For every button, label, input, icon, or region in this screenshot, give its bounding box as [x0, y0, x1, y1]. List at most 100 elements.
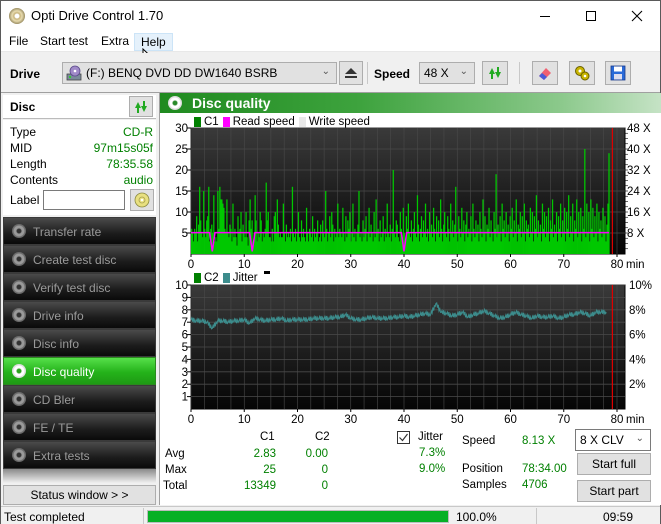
eject-button[interactable] [339, 61, 363, 85]
stats-label-max: Max [165, 464, 187, 476]
nav-create-test-disc[interactable]: Create test disc [3, 245, 156, 273]
x-tick-label: 40 [398, 259, 411, 271]
x-tick-label: 70 [557, 259, 570, 271]
drive-select[interactable]: (F:) BENQ DVD DD DW1640 BSRB ⌄ [62, 62, 337, 84]
y-tick-label: 4 [182, 354, 189, 366]
test-speed-select[interactable]: 8 X CLV ⌄ [575, 429, 651, 451]
x-tick-label: 50 [451, 259, 464, 271]
settings-button[interactable] [569, 61, 595, 85]
y-tick-label: 5 [182, 342, 188, 354]
cd-icon [134, 192, 150, 208]
maximize-button[interactable] [568, 1, 614, 31]
label-field-label: Label [10, 193, 40, 207]
y-tick-label: 15 [175, 186, 188, 198]
nav-disc-quality[interactable]: Disc quality [3, 357, 156, 385]
window-title: Opti Drive Control 1.70 [31, 8, 164, 23]
x-tick-label: 0 [188, 259, 194, 271]
nav-label: Create test disc [33, 253, 117, 267]
y-tick-label: 10 [175, 280, 188, 292]
speed-select[interactable]: 48 X ⌄ [419, 62, 475, 84]
y-tick-label: 6 [182, 330, 188, 342]
jitter-checkbox[interactable] [397, 431, 410, 444]
progress-fill [148, 511, 448, 522]
x-tick-label: 40 [398, 414, 411, 425]
speed-select-value: 48 X [424, 66, 449, 80]
y-tick-label: 10 [175, 207, 188, 219]
title-bar: Opti Drive Control 1.70 [1, 1, 660, 31]
speed-stat-label: Speed [462, 435, 496, 447]
refresh-icon [135, 100, 147, 113]
toolbar-separator [519, 62, 520, 84]
x-axis-unit-label: min [626, 259, 645, 271]
settings-icon [575, 66, 590, 81]
field-key: Contents [10, 173, 59, 187]
nav-disc-info[interactable]: Disc info [3, 329, 156, 357]
status-window-button[interactable]: Status window > > [3, 485, 156, 505]
disc-label-input[interactable] [43, 190, 125, 210]
nav-label: Disc info [33, 337, 80, 351]
menu-bar: File Start test Extra Help [1, 31, 660, 52]
close-icon [631, 10, 643, 22]
nav-label: Drive info [33, 309, 84, 323]
nav-cd-bler[interactable]: CD Bler [3, 385, 156, 413]
panel-header: Disc quality [160, 93, 661, 113]
menu-start-test[interactable]: Start test [34, 33, 94, 51]
y-tick-label: 30 [175, 123, 188, 135]
y-tick-label: 7 [182, 317, 188, 329]
disc-header-title: Disc [10, 100, 36, 114]
stats-max-c2: 0 [321, 464, 328, 476]
nav-verify-test-disc[interactable]: Verify test disc [3, 273, 156, 301]
y-right-tick-label: 32 X [627, 165, 651, 177]
field-key: Type [10, 125, 37, 139]
minimize-icon [540, 15, 550, 17]
samples-value: 4706 [522, 479, 548, 491]
speed-label: Speed [374, 67, 411, 81]
disc-info-panel: Type CD-R MID 97m15s05f Length 78:35.58 … [3, 120, 156, 215]
status-separator [143, 508, 144, 524]
disc-refresh-button[interactable] [129, 96, 153, 117]
y-right-tick-label: 8 X [627, 228, 645, 240]
nav-filler [3, 469, 156, 483]
jitter-avg: 7.3% [419, 447, 446, 459]
checkmark-icon [399, 433, 408, 442]
disc-field-length: Length 78:35.58 [10, 157, 153, 173]
stats-avg-c1: 2.83 [253, 448, 276, 460]
speed-stat-value: 8.13 X [522, 435, 556, 447]
disc-label-button[interactable] [130, 189, 154, 211]
field-value: CD-R [123, 125, 153, 139]
save-button[interactable] [605, 61, 631, 85]
stats-header-c1: C1 [260, 431, 275, 443]
x-tick-label: 0 [188, 414, 194, 425]
menu-extra[interactable]: Extra [95, 33, 135, 51]
disc-field-contents: Contents audio [10, 173, 153, 189]
field-key: Length [10, 157, 47, 171]
close-button[interactable] [614, 1, 660, 31]
nav-transfer-rate[interactable]: Transfer rate [3, 217, 156, 245]
eraser-icon [539, 68, 551, 80]
position-label: Position [462, 463, 503, 475]
nav-drive-info[interactable]: Drive info [3, 301, 156, 329]
progress-bar [147, 510, 449, 523]
stats-label-avg: Avg [165, 448, 185, 460]
x-tick-label: 80 [611, 259, 624, 271]
start-part-button[interactable]: Start part [577, 480, 651, 502]
app-disc-icon [9, 8, 25, 24]
toolbar-separator [367, 62, 368, 84]
test-speed-value: 8 X CLV [580, 433, 624, 447]
y-right-tick-label: 48 X [627, 123, 651, 135]
nav-fe-te[interactable]: FE / TE [3, 413, 156, 441]
x-tick-label: 10 [238, 414, 251, 425]
refresh-speed-button[interactable] [482, 61, 508, 85]
minimize-button[interactable] [522, 1, 568, 31]
disc-icon [12, 364, 26, 378]
x-tick-label: 30 [344, 414, 357, 425]
x-tick-label: 60 [504, 259, 517, 271]
menu-file[interactable]: File [3, 33, 34, 51]
jitter-label: Jitter [418, 431, 443, 443]
start-full-button[interactable]: Start full [577, 453, 651, 475]
erase-button[interactable] [532, 61, 558, 85]
disc-icon [12, 308, 26, 322]
y-right-tick-label: 6% [629, 330, 646, 342]
c1-chart: 5 10 15 20 25 30 8 X 16 X 24 X 32 X 40 X 48 X 0 10 20 3… [175, 123, 651, 271]
nav-extra-tests[interactable]: Extra tests [3, 441, 156, 469]
